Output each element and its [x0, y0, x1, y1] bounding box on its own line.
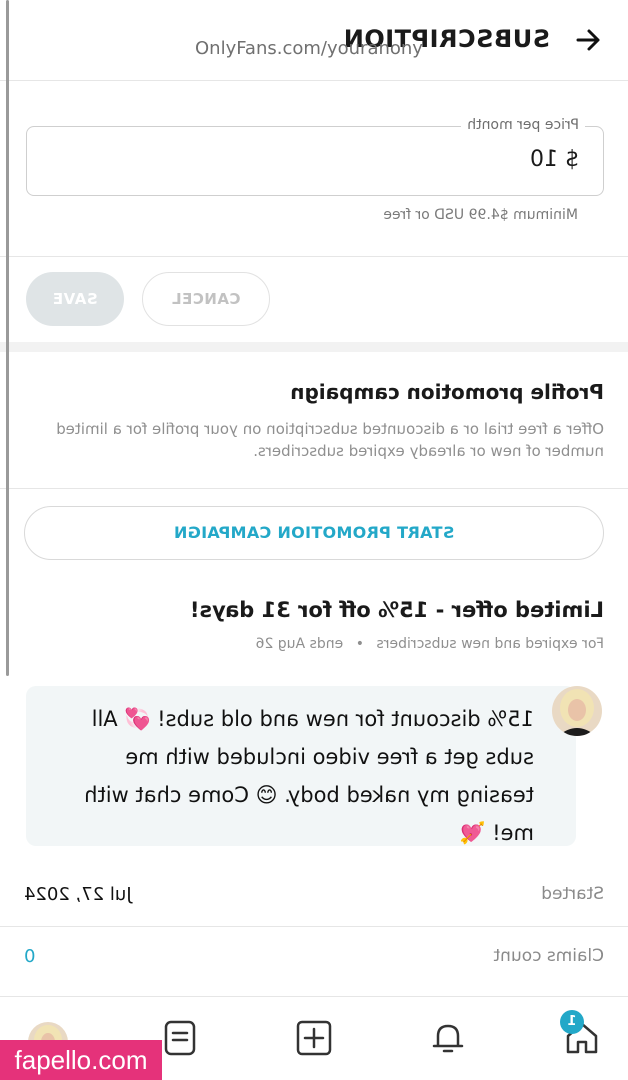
- mirrored-screen: SUBSCRIPTION Price per month $ 10 Minimu…: [0, 0, 628, 1080]
- add-post-icon[interactable]: [294, 1018, 334, 1058]
- divider: [0, 926, 628, 927]
- divider: [0, 256, 628, 257]
- promotion-title: Profile promotion campaign: [290, 380, 604, 404]
- bell-icon[interactable]: [428, 1018, 468, 1058]
- price-field-label: Price per month: [461, 117, 585, 133]
- cancel-button[interactable]: CANCEL: [142, 272, 270, 326]
- started-date: Jul 27, 2024: [24, 884, 132, 905]
- price-hint: Minimum $4.99 USD or free: [383, 207, 578, 223]
- offer-meta: For expired and new subscribers • ends A…: [256, 636, 604, 652]
- divider: [0, 488, 628, 489]
- claims-count-label: Claims count: [493, 946, 604, 966]
- claims-count-value: 0: [24, 946, 36, 967]
- offer-end-date: ends Aug 26: [255, 636, 344, 652]
- offer-title: Limited offer - 15% off for 31 days!: [189, 598, 604, 622]
- offer-audience: For expired and new subscribers: [376, 636, 604, 652]
- arrow-left-icon[interactable]: [570, 22, 606, 58]
- section-separator: [0, 342, 628, 352]
- save-button[interactable]: SAVE: [26, 272, 124, 326]
- scrollbar[interactable]: [6, 0, 9, 676]
- offer-message: 15% discount for new and old subs! 💞 All…: [84, 707, 534, 845]
- price-input[interactable]: $ 10: [530, 147, 579, 172]
- watermark: fapello.com: [0, 1040, 162, 1080]
- price-per-month-field[interactable]: Price per month $ 10: [26, 117, 604, 196]
- profile-url: OnlyFans.com/youranony: [195, 38, 423, 59]
- avatar[interactable]: [552, 686, 602, 736]
- divider: [0, 996, 628, 997]
- messages-icon[interactable]: [160, 1018, 200, 1058]
- started-label: Started: [541, 884, 604, 904]
- notification-badge: 1: [560, 1010, 584, 1034]
- offer-message-bubble: 15% discount for new and old subs! 💞 All…: [26, 686, 576, 846]
- promotion-description: Offer a free trial or a discounted subsc…: [56, 420, 604, 460]
- meta-separator: •: [355, 636, 364, 652]
- start-promotion-campaign-button[interactable]: START PROMOTION CAMPAIGN: [24, 506, 604, 560]
